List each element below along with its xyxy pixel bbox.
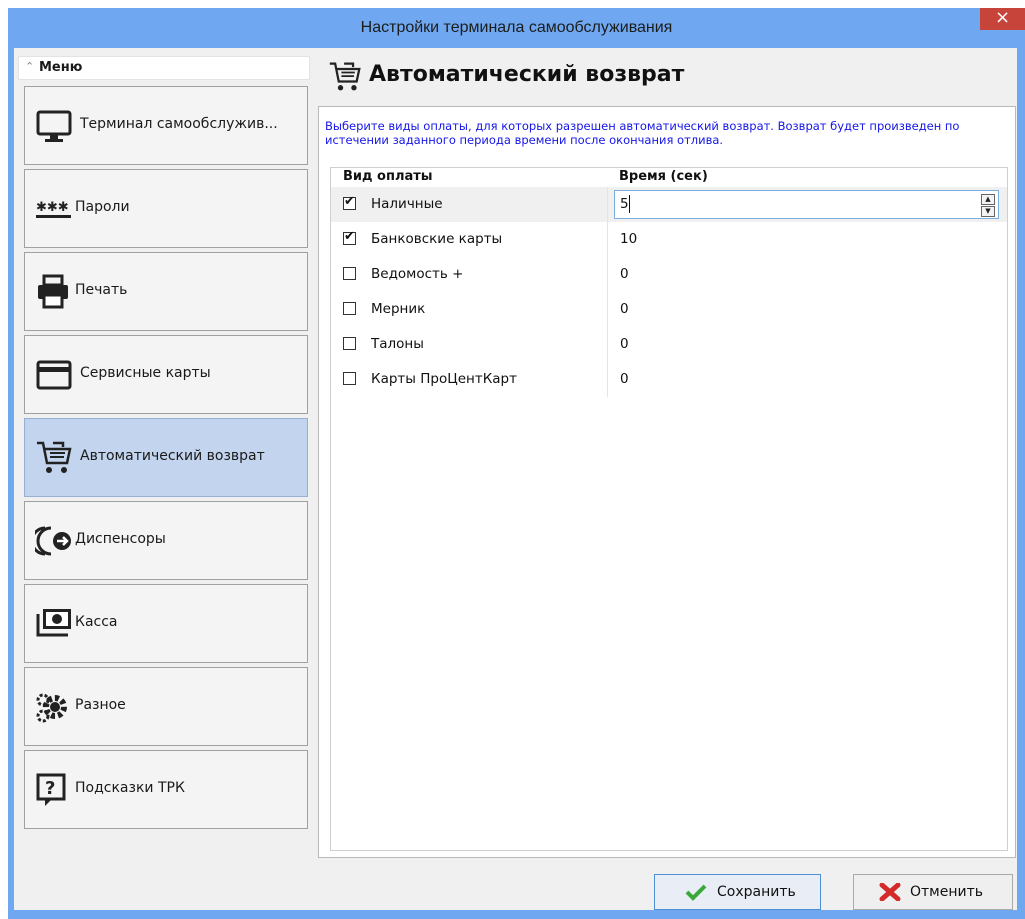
page-title: Автоматический возврат [369,62,685,87]
spin-buttons[interactable]: ▲ ▼ [981,194,995,217]
payment-type-name: Карты ПроЦентКарт [371,371,517,387]
checkbox[interactable] [343,372,356,385]
sidebar-item-label: Разное [75,697,126,713]
gears-icon [36,693,67,723]
table-row[interactable]: Карты ПроЦентКарт 0 [331,362,1007,397]
background-window-strip [0,0,1025,8]
sidebar-item-label: Касса [75,614,118,630]
payment-type-name: Ведомость + [371,266,464,282]
window-client-area: ⌃ Меню Терминал самообслужив... ✱✱✱ Паро… [14,48,1017,910]
sidebar-item-misc[interactable]: Разное [24,667,308,746]
description-text: Выберите виды оплаты, для которых разреш… [325,119,960,147]
time-value[interactable]: 0 [620,336,629,352]
table-row[interactable]: ✔ Банковские карты 10 [331,222,1007,257]
payment-type-name: Банковские карты [371,231,503,247]
sidebar-item-label: Диспенсоры [75,531,166,547]
time-value[interactable]: 0 [620,371,629,387]
cancel-button[interactable]: Отменить [853,874,1013,910]
column-header-time: Время (сек) [619,169,708,184]
dispenser-icon [35,526,71,556]
close-icon: × [994,7,1011,28]
spin-up-icon[interactable]: ▲ [981,194,995,205]
sidebar-item-label: Печать [75,282,128,298]
checkmark-icon [685,884,707,901]
payment-type-name: Наличные [371,196,443,212]
title-bar[interactable]: Настройки терминала самообслуживания × [8,8,1025,48]
sidebar-item-print[interactable]: Печать [24,252,308,331]
table-row[interactable]: Мерник 0 [331,292,1007,327]
time-value[interactable]: 0 [620,266,629,282]
check-icon: ✔ [344,194,355,209]
spin-down-icon[interactable]: ▼ [981,206,995,217]
cart-return-icon [329,62,361,91]
sidebar-item-trk-hints[interactable]: ? Подсказки ТРК [24,750,308,829]
cross-icon [879,883,901,901]
time-value[interactable]: 0 [620,301,629,317]
close-button[interactable]: × [980,8,1025,30]
table-row[interactable]: ✔ Наличные 5 ▲ ▼ [331,187,1007,222]
sidebar-item-dispensers[interactable]: Диспенсоры [24,501,308,580]
checkbox[interactable] [343,337,356,350]
cash-icon [36,609,71,637]
checkbox[interactable] [343,267,356,280]
sidebar-item-cashbox[interactable]: Касса [24,584,308,663]
save-button[interactable]: Сохранить [654,874,821,910]
card-icon [36,360,72,390]
monitor-icon [36,110,72,142]
time-spin-input[interactable]: 5 ▲ ▼ [614,190,999,219]
chevron-up-icon: ⌃ [25,60,35,73]
menu-header[interactable]: ⌃ Меню [18,56,310,80]
sidebar-item-label: Сервисные карты [80,365,211,381]
payment-type-name: Мерник [371,301,426,317]
password-icon: ✱✱✱ [36,200,71,218]
cancel-button-label: Отменить [910,884,984,900]
time-input-value: 5 [620,196,629,212]
help-icon: ? [36,773,66,806]
sidebar-item-label: Подсказки ТРК [75,780,185,796]
sidebar-item-label: Пароли [75,199,130,215]
checkbox[interactable]: ✔ [343,194,356,210]
checkbox[interactable] [343,302,356,315]
table-row[interactable]: Ведомость + 0 [331,257,1007,292]
save-button-label: Сохранить [717,884,796,900]
svg-text:?: ? [45,778,55,799]
sidebar-item-terminal[interactable]: Терминал самообслужив... [24,86,308,165]
sidebar-item-label: Терминал самообслужив... [80,116,278,132]
cart-return-icon [37,441,72,473]
menu-header-label: Меню [39,60,83,75]
payment-type-name: Талоны [371,336,424,352]
checkbox[interactable]: ✔ [343,229,356,245]
sidebar-item-service-cards[interactable]: Сервисные карты [24,335,308,414]
payment-types-table: Вид оплаты Время (сек) ✔ Наличные 5 ▲ ▼ [330,167,1008,851]
settings-panel: Выберите виды оплаты, для которых разреш… [318,106,1016,858]
sidebar-item-auto-return[interactable]: Автоматический возврат [24,418,308,497]
svg-text:✱✱✱: ✱✱✱ [36,200,69,215]
sidebar-item-label: Автоматический возврат [80,448,265,464]
text-caret [629,195,630,213]
printer-icon [38,274,68,309]
table-row[interactable]: Талоны 0 [331,327,1007,362]
time-value[interactable]: 10 [620,231,637,247]
window-title: Настройки терминала самообслуживания [360,19,673,36]
sidebar-item-passwords[interactable]: ✱✱✱ Пароли [24,169,308,248]
check-icon: ✔ [344,229,355,244]
column-header-payment-type: Вид оплаты [343,169,433,184]
settings-window: Настройки терминала самообслуживания × ⌃… [8,8,1025,919]
